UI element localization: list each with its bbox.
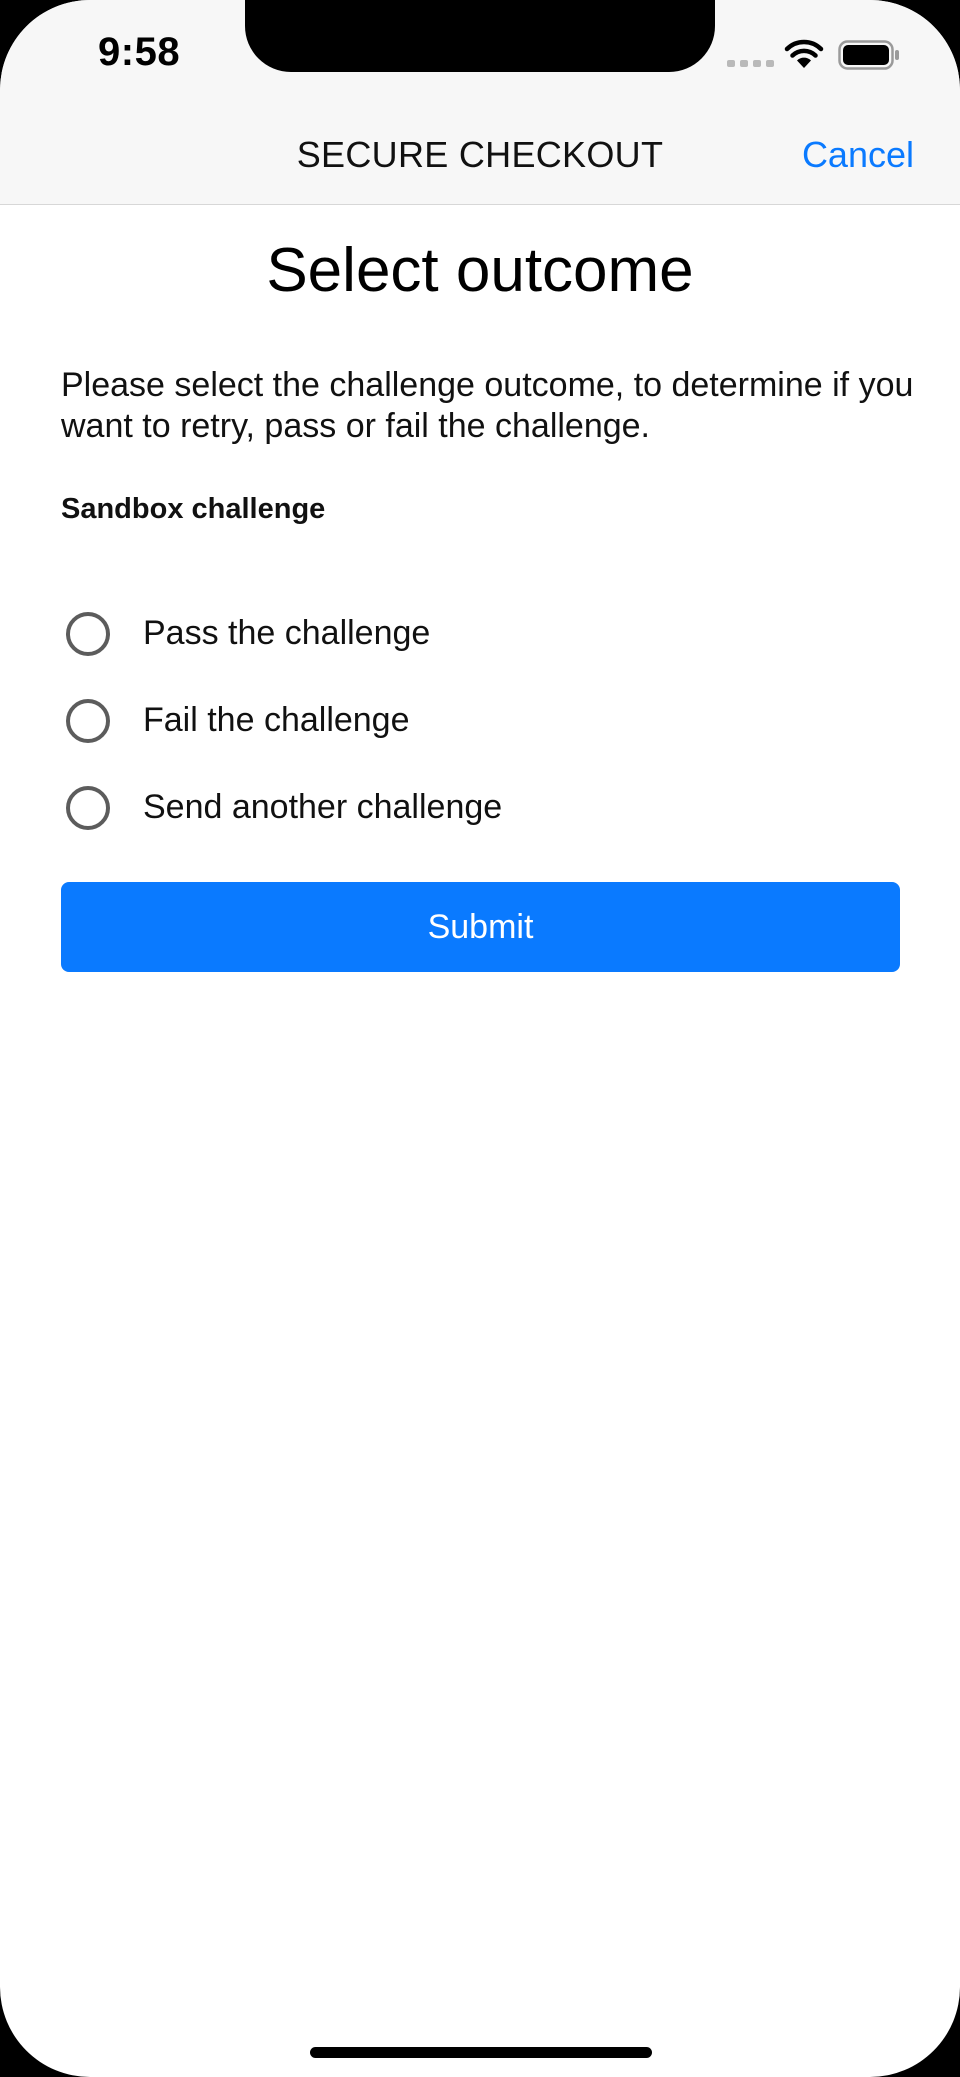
option-pass[interactable]: Pass the challenge [66,590,886,677]
option-send-another[interactable]: Send another challenge [66,764,886,851]
notch [245,0,715,72]
option-fail[interactable]: Fail the challenge [66,677,886,764]
instructions-text: Please select the challenge outcome, to … [61,366,914,445]
screen: 9:58 SECURE CHECKOUT Cancel Select outco… [0,0,960,2077]
wifi-icon [784,39,824,68]
cancel-button[interactable]: Cancel [802,134,914,176]
signal-icon [727,60,774,67]
device-frame: 9:58 SECURE CHECKOUT Cancel Select outco… [0,0,960,2077]
page-title: Select outcome [266,236,694,305]
status-time: 9:58 [98,30,181,74]
status-bar: 9:58 [0,0,960,110]
outcome-radio-group: Pass the challenge Fail the challenge Se… [66,590,886,851]
option-label: Fail the challenge [143,701,410,739]
radio-button-fail[interactable] [66,698,110,743]
section-label: Sandbox challenge [61,493,326,525]
option-label: Pass the challenge [143,614,431,652]
navigation-bar: SECURE CHECKOUT Cancel [0,110,960,205]
radio-button-pass[interactable] [66,611,110,656]
battery-icon [838,40,899,70]
submit-button[interactable]: Submit [61,882,900,972]
home-indicator[interactable] [310,2047,652,2058]
option-label: Send another challenge [143,788,503,826]
radio-button-send-another[interactable] [66,785,110,830]
